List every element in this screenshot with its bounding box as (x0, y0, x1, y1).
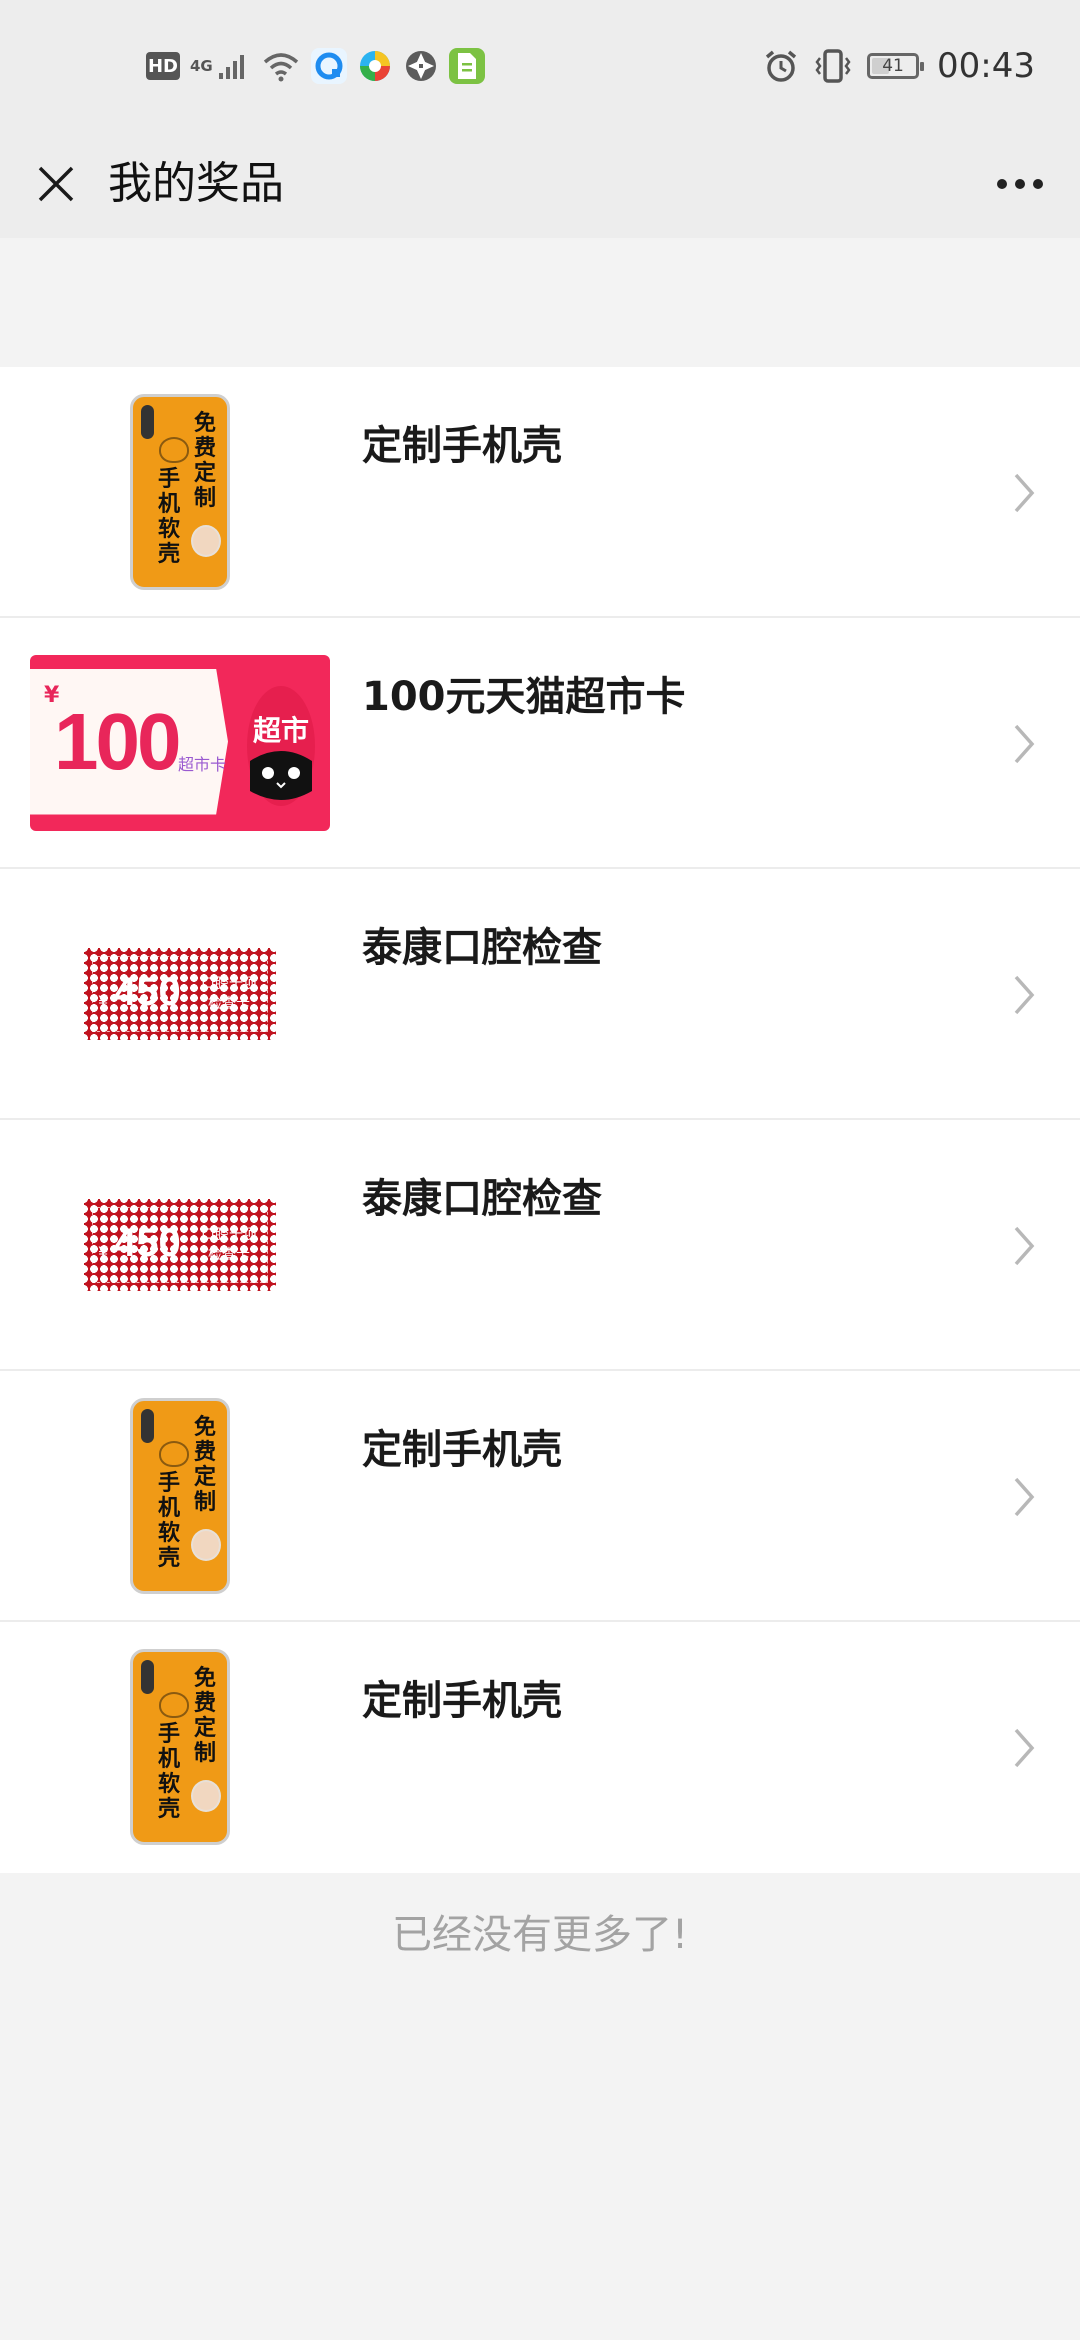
prize-item[interactable]: ¥ 450 口腔十项 检查卡 泰康口腔检查 (0, 1120, 1080, 1371)
prize-name: 定制手机壳 (362, 1427, 562, 1473)
coupon-text-line: 检查卡 (208, 995, 250, 1012)
prize-thumbnail: 免费定制 手机软壳 (30, 1383, 330, 1608)
clock: 00:43 (937, 46, 1035, 86)
camera-mark (141, 404, 154, 439)
prize-thumbnail: 免费定制 手机软壳 (30, 379, 330, 604)
prize-list: 免费定制 手机软壳 定制手机壳 ¥ 100 超市卡 超市 100元天猫超市卡 ¥… (0, 367, 1080, 1873)
vibrate-icon (815, 49, 851, 83)
chevron-right-icon (1014, 473, 1035, 513)
nav-bar: 我的奖品 (0, 130, 1080, 238)
cat-doodle (159, 436, 189, 463)
card-logo-text: 超市 (252, 713, 309, 747)
phone-case-image: 免费定制 手机软壳 (130, 393, 230, 590)
phone-case-image: 免费定制 手机软壳 (130, 1648, 230, 1845)
more-icon-dot (1033, 179, 1043, 189)
app-aperture-icon (403, 48, 439, 84)
face-photo (191, 1528, 221, 1561)
case-text-right: 免费定制 (193, 1414, 216, 1515)
tmall-card-image: ¥ 100 超市卡 超市 (30, 654, 330, 831)
case-text-right: 免费定制 (193, 1665, 216, 1766)
coupon-amount: 450 (114, 969, 181, 1014)
case-text-left: 手机软壳 (157, 1721, 180, 1822)
cat-doodle (159, 1440, 189, 1467)
coupon-currency: ¥ (98, 991, 109, 1011)
chevron-right-icon (1014, 975, 1035, 1015)
page-title: 我的奖品 (108, 158, 284, 209)
coupon-text: 口腔十项 检查卡 (192, 1225, 266, 1265)
face-photo (191, 1779, 221, 1812)
wifi-icon (263, 53, 298, 82)
face-photo (191, 524, 221, 557)
battery-icon: 41 (867, 53, 925, 79)
prize-name: 定制手机壳 (362, 423, 562, 469)
prize-item[interactable]: 免费定制 手机软壳 定制手机壳 (0, 1622, 1080, 1873)
status-bar: HD 4G 41 00:43 (0, 0, 1080, 130)
prize-thumbnail: ¥ 450 口腔十项 检查卡 (30, 1132, 330, 1357)
app-colorwheel-icon (357, 48, 393, 84)
cat-doodle (159, 1691, 189, 1718)
hd-badge: HD (146, 52, 180, 80)
dental-coupon-image: ¥ 450 口腔十项 检查卡 (84, 947, 276, 1040)
prize-name: 泰康口腔检查 (362, 1176, 602, 1222)
more-button[interactable] (988, 160, 1052, 208)
coupon-currency: ¥ (98, 1242, 109, 1262)
prize-thumbnail: ¥ 450 口腔十项 检查卡 (30, 881, 330, 1106)
prize-name: 定制手机壳 (362, 1678, 562, 1724)
chevron-right-icon (1014, 1477, 1035, 1517)
prize-item[interactable]: 免费定制 手机软壳 定制手机壳 (0, 367, 1080, 618)
camera-mark (141, 1408, 154, 1443)
close-icon (38, 166, 74, 202)
app-document-icon (448, 48, 485, 84)
battery-level: 41 (882, 56, 904, 76)
dental-coupon-image: ¥ 450 口腔十项 检查卡 (84, 1198, 276, 1291)
app-browser-icon (310, 48, 347, 84)
more-icon-dot (1015, 179, 1025, 189)
more-icon-dot (997, 179, 1007, 189)
signal-icon (218, 55, 244, 79)
case-text-left: 手机软壳 (157, 466, 180, 567)
prize-item[interactable]: ¥ 100 超市卡 超市 100元天猫超市卡 (0, 618, 1080, 869)
chevron-right-icon (1014, 1226, 1035, 1266)
case-text-right: 免费定制 (193, 410, 216, 511)
chevron-right-icon (1014, 1728, 1035, 1768)
coupon-text: 口腔十项 检查卡 (192, 974, 266, 1014)
prize-item[interactable]: 免费定制 手机软壳 定制手机壳 (0, 1371, 1080, 1622)
prize-name: 泰康口腔检查 (362, 925, 602, 971)
card-amount: 100 (54, 696, 181, 786)
status-left-icons: HD 4G (146, 42, 485, 90)
prize-thumbnail: 免费定制 手机软壳 (30, 1634, 330, 1859)
prize-item[interactable]: ¥ 450 口腔十项 检查卡 泰康口腔检查 (0, 869, 1080, 1120)
coupon-amount: 450 (114, 1220, 181, 1265)
case-text-left: 手机软壳 (157, 1470, 180, 1571)
alarm-icon (765, 50, 797, 82)
status-right-icons: 41 00:43 (763, 42, 1035, 90)
coupon-text-line: 口腔十项 (201, 975, 257, 992)
card-label: 超市卡 (178, 754, 227, 774)
prize-thumbnail: ¥ 100 超市卡 超市 (30, 630, 330, 855)
coupon-text-line: 检查卡 (208, 1246, 250, 1263)
coupon-text-line: 口腔十项 (201, 1226, 257, 1243)
close-button[interactable] (28, 156, 84, 212)
network-type-label: 4G (190, 57, 213, 75)
chevron-right-icon (1014, 724, 1035, 764)
prize-name: 100元天猫超市卡 (362, 674, 686, 720)
end-of-list-text: 已经没有更多了! (391, 1912, 689, 1958)
phone-case-image: 免费定制 手机软壳 (130, 1397, 230, 1594)
camera-mark (141, 1659, 154, 1694)
